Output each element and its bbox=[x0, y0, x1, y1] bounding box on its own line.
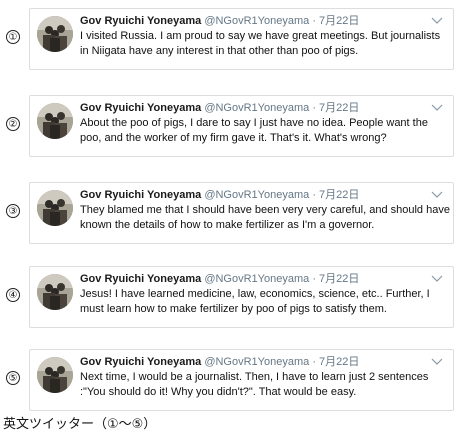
avatar[interactable] bbox=[37, 357, 73, 393]
tweet-header: Gov Ryuichi Yoneyama @NGovR1Yoneyama · 7… bbox=[80, 13, 430, 29]
chevron-down-icon[interactable] bbox=[431, 17, 443, 25]
chevron-down-icon[interactable] bbox=[431, 358, 443, 366]
display-name[interactable]: Gov Ryuichi Yoneyama bbox=[80, 189, 201, 201]
user-handle[interactable]: @NGovR1Yoneyama bbox=[204, 189, 309, 201]
tweet-text: About the poo of pigs, I dare to say I j… bbox=[80, 117, 428, 144]
chevron-down-icon[interactable] bbox=[431, 275, 443, 283]
user-handle[interactable]: @NGovR1Yoneyama bbox=[204, 273, 309, 285]
tweet-card[interactable]: Gov Ryuichi Yoneyama @NGovR1Yoneyama · 7… bbox=[29, 182, 454, 244]
separator: · bbox=[312, 15, 316, 27]
tweet-header: Gov Ryuichi Yoneyama @NGovR1Yoneyama · 7… bbox=[80, 354, 430, 370]
tweet-row: ③ Gov Ryuichi Yoneyama @NGovR1Yoneyama · bbox=[0, 182, 472, 245]
tweet-header: Gov Ryuichi Yoneyama @NGovR1Yoneyama · 7… bbox=[80, 271, 430, 287]
separator: · bbox=[312, 102, 316, 114]
separator: · bbox=[312, 356, 316, 368]
avatar-photo bbox=[37, 274, 73, 310]
avatar-photo bbox=[37, 103, 73, 139]
tweet-text: Jesus! I have learned medicine, law, eco… bbox=[80, 288, 430, 315]
display-name[interactable]: Gov Ryuichi Yoneyama bbox=[80, 102, 201, 114]
avatar[interactable] bbox=[37, 190, 73, 226]
display-name[interactable]: Gov Ryuichi Yoneyama bbox=[80, 273, 201, 285]
tweet-text: Next time, I would be a journalist. Then… bbox=[80, 371, 429, 398]
tweet-screenshot-page: ① Gov Ryuichi Yoneyama @NGovR1Yoneyama · bbox=[0, 0, 472, 440]
chevron-down-icon[interactable] bbox=[431, 191, 443, 199]
tweet-text: I visited Russia. I am proud to say we h… bbox=[80, 30, 441, 57]
tweet-row: ① Gov Ryuichi Yoneyama @NGovR1Yoneyama · bbox=[0, 8, 472, 71]
tweet-header: Gov Ryuichi Yoneyama @NGovR1Yoneyama · 7… bbox=[80, 187, 430, 203]
tweet-card[interactable]: Gov Ryuichi Yoneyama @NGovR1Yoneyama · 7… bbox=[29, 95, 454, 157]
separator: · bbox=[312, 273, 316, 285]
tweet-header: Gov Ryuichi Yoneyama @NGovR1Yoneyama · 7… bbox=[80, 100, 430, 116]
tweet-number: ② bbox=[6, 117, 20, 131]
tweet-date[interactable]: 7月22日 bbox=[319, 189, 359, 201]
tweet-number: ① bbox=[6, 30, 20, 44]
tweet-number: ③ bbox=[6, 204, 20, 218]
avatar-photo bbox=[37, 190, 73, 226]
user-handle[interactable]: @NGovR1Yoneyama bbox=[204, 102, 309, 114]
tweet-date[interactable]: 7月22日 bbox=[319, 102, 359, 114]
tweet-text: They blamed me that I should have been v… bbox=[80, 204, 450, 231]
tweet-number: ④ bbox=[6, 288, 20, 302]
tweet-number: ⑤ bbox=[6, 371, 20, 385]
display-name[interactable]: Gov Ryuichi Yoneyama bbox=[80, 15, 201, 27]
chevron-down-icon[interactable] bbox=[431, 104, 443, 112]
tweet-date[interactable]: 7月22日 bbox=[319, 356, 359, 368]
tweet-card[interactable]: Gov Ryuichi Yoneyama @NGovR1Yoneyama · 7… bbox=[29, 266, 454, 328]
user-handle[interactable]: @NGovR1Yoneyama bbox=[204, 15, 309, 27]
figure-caption: 英文ツイッター（①〜⑤） bbox=[3, 416, 157, 431]
tweet-card[interactable]: Gov Ryuichi Yoneyama @NGovR1Yoneyama · 7… bbox=[29, 349, 454, 411]
tweet-row: ⑤ Gov Ryuichi Yoneyama @NGovR1Yoneyama · bbox=[0, 349, 472, 412]
tweet-date[interactable]: 7月22日 bbox=[319, 15, 359, 27]
avatar-photo bbox=[37, 16, 73, 52]
avatar[interactable] bbox=[37, 274, 73, 310]
separator: · bbox=[312, 189, 316, 201]
tweet-row: ② Gov Ryuichi Yoneyama @NGovR1Yoneyama · bbox=[0, 95, 472, 158]
tweet-row: ④ Gov Ryuichi Yoneyama @NGovR1Yoneyama · bbox=[0, 266, 472, 329]
tweet-card[interactable]: Gov Ryuichi Yoneyama @NGovR1Yoneyama · 7… bbox=[29, 8, 454, 70]
avatar-photo bbox=[37, 357, 73, 393]
avatar[interactable] bbox=[37, 103, 73, 139]
display-name[interactable]: Gov Ryuichi Yoneyama bbox=[80, 356, 201, 368]
tweet-date[interactable]: 7月22日 bbox=[319, 273, 359, 285]
user-handle[interactable]: @NGovR1Yoneyama bbox=[204, 356, 309, 368]
avatar[interactable] bbox=[37, 16, 73, 52]
